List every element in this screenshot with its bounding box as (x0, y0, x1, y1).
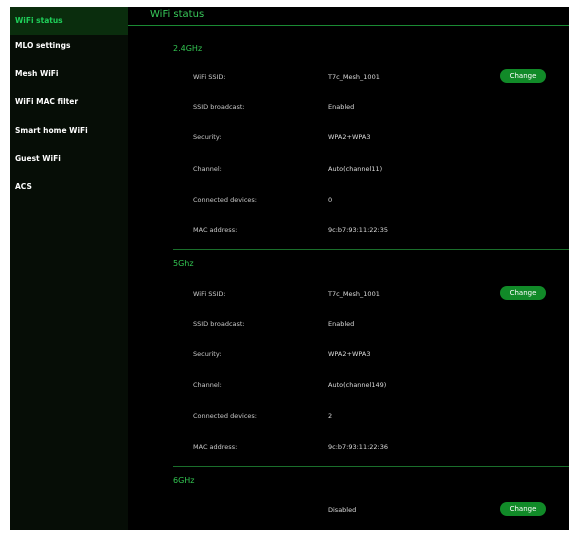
main-panel: WiFi status 2.4GHz WiFi SSID: T7c_Mesh_1… (128, 7, 569, 530)
section-heading-5ghz: 5Ghz (173, 259, 194, 268)
ssid-broadcast-label: SSID broadcast: (193, 103, 245, 111)
ssid-broadcast-value: Enabled (328, 103, 355, 111)
change-ssid-button-5ghz[interactable]: Change (500, 286, 546, 300)
sidebar-item-acs[interactable]: ACS (10, 173, 128, 201)
section-divider (173, 466, 569, 467)
sidebar-item-wifi-mac-filter[interactable]: WiFi MAC filter (10, 88, 128, 116)
router-admin-window: WiFi status MLO settings Mesh WiFi WiFi … (10, 7, 569, 530)
sidebar-item-wifi-status[interactable]: WiFi status (10, 7, 128, 35)
sidebar: WiFi status MLO settings Mesh WiFi WiFi … (10, 7, 128, 530)
connected-devices-value: 2 (328, 412, 333, 420)
connected-devices-label: Connected devices: (193, 412, 257, 420)
ssid-broadcast-value: Enabled (328, 320, 355, 328)
channel-value: Auto(channel149) (328, 381, 387, 389)
sidebar-item-guest-wifi[interactable]: Guest WiFi (10, 145, 128, 173)
sidebar-item-mesh-wifi[interactable]: Mesh WiFi (10, 60, 128, 88)
sidebar-item-smart-home-wifi[interactable]: Smart home WiFi (10, 117, 128, 145)
security-value: WPA2+WPA3 (328, 133, 371, 141)
ssid-label: WiFi SSID: (193, 290, 226, 298)
ssid-value: T7c_Mesh_1001 (328, 73, 380, 81)
sidebar-item-mlo-settings[interactable]: MLO settings (10, 32, 128, 60)
ssid-value: T7c_Mesh_1001 (328, 290, 380, 298)
mac-address-label: MAC address: (193, 443, 238, 451)
channel-label: Channel: (193, 165, 222, 173)
mac-address-value: 9c:b7:93:11:22:35 (328, 226, 389, 234)
channel-label: Channel: (193, 381, 222, 389)
section-heading-6ghz: 6GHz (173, 476, 195, 485)
channel-value: Auto(channel11) (328, 165, 383, 173)
security-label: Security: (193, 350, 222, 358)
change-button-6ghz[interactable]: Change (500, 502, 546, 516)
mac-address-value: 9c:b7:93:11:22:36 (328, 443, 389, 451)
section-heading-2-4ghz: 2.4GHz (173, 44, 203, 53)
connected-devices-value: 0 (328, 196, 333, 204)
status-value: Disabled (328, 506, 357, 514)
connected-devices-label: Connected devices: (193, 196, 257, 204)
ssid-broadcast-label: SSID broadcast: (193, 320, 245, 328)
section-divider (173, 249, 569, 250)
mac-address-label: MAC address: (193, 226, 238, 234)
security-label: Security: (193, 133, 222, 141)
change-ssid-button-2-4ghz[interactable]: Change (500, 69, 546, 83)
page-title: WiFi status (150, 9, 205, 20)
security-value: WPA2+WPA3 (328, 350, 371, 358)
title-divider (128, 25, 569, 26)
ssid-label: WiFi SSID: (193, 73, 226, 81)
